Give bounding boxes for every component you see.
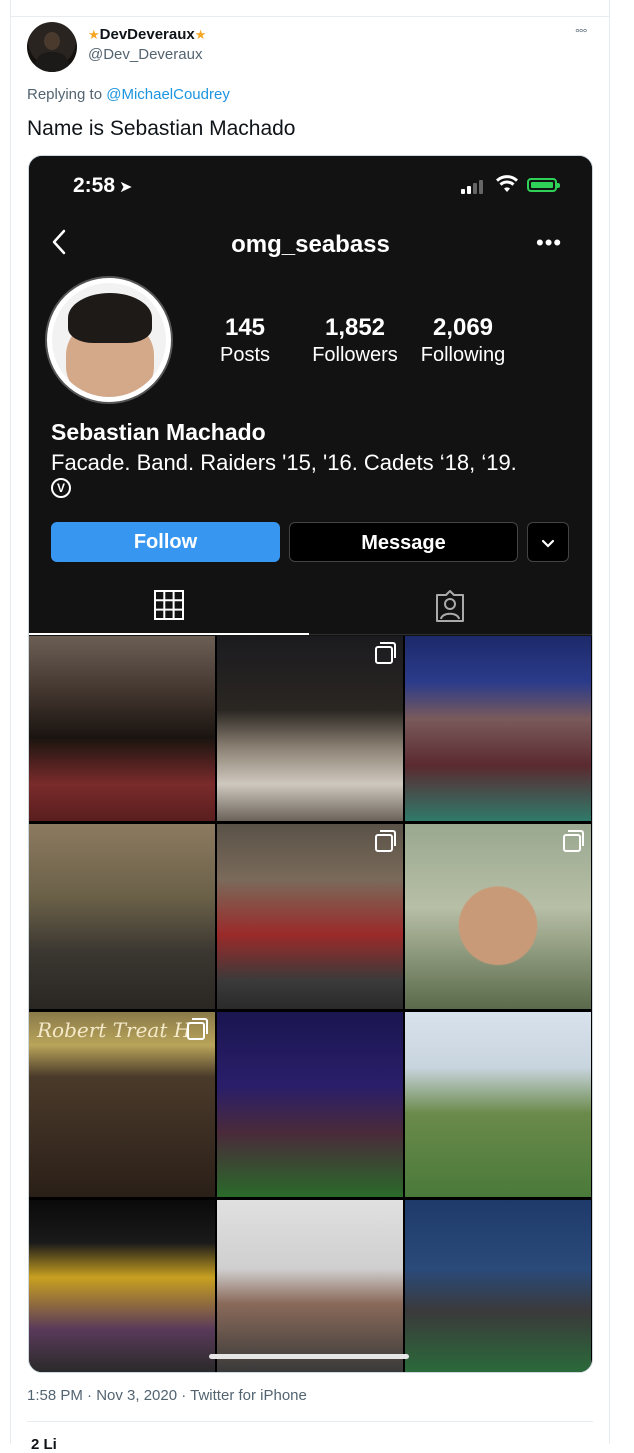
circled-v-badge-icon: V <box>51 478 71 498</box>
post-grid: Robert Treat H <box>29 636 592 1372</box>
tweet-card: ★DevDeveraux★ @Dev_Deveraux °°° Replying… <box>10 0 610 1453</box>
battery-icon <box>527 178 560 192</box>
replying-prefix: Replying to <box>27 86 103 103</box>
post-thumbnail[interactable] <box>405 636 591 821</box>
post-thumbnail[interactable] <box>29 636 215 821</box>
more-options-icon[interactable]: °°° <box>575 26 587 40</box>
chevron-down-icon <box>541 539 555 548</box>
stat-value: 1,852 <box>324 314 386 341</box>
tweet-timestamp[interactable]: 1:58 PM · Nov 3, 2020 · Twitter for iPho… <box>27 1387 307 1404</box>
author-avatar[interactable] <box>27 22 77 72</box>
post-thumbnail[interactable] <box>217 636 403 821</box>
star-emoji-icon: ★ <box>194 27 207 42</box>
wifi-icon <box>496 175 518 192</box>
post-thumbnail[interactable] <box>29 824 215 1009</box>
divider <box>27 1421 593 1422</box>
post-thumbnail[interactable] <box>405 824 591 1009</box>
tweet-text: Name is Sebastian Machado <box>27 117 296 140</box>
stat-label: Followers <box>312 344 398 366</box>
author-display-name[interactable]: DevDeveraux <box>100 26 195 43</box>
attached-screenshot[interactable]: 2:58 ➤ omg_seabass ••• 145 Posts 1,852 F… <box>28 155 593 1373</box>
stat-value: 145 <box>224 314 266 341</box>
multiple-photos-icon <box>563 830 584 852</box>
stat-label: Following <box>420 344 506 366</box>
more-options-icon[interactable]: ••• <box>536 230 562 256</box>
status-time-text: 2:58 <box>73 174 116 197</box>
replying-to-link[interactable]: @MichaelCoudrey <box>106 86 230 103</box>
author-name[interactable]: ★DevDeveraux★ <box>88 26 206 43</box>
stat-followers[interactable]: 1,852 Followers <box>305 314 405 367</box>
message-button[interactable]: Message <box>289 522 518 562</box>
post-thumbnail[interactable] <box>405 1200 591 1372</box>
star-emoji-icon: ★ <box>88 27 100 42</box>
stat-posts[interactable]: 145 Posts <box>213 314 277 367</box>
stat-following[interactable]: 2,069 Following <box>413 314 513 367</box>
author-handle[interactable]: @Dev_Deveraux <box>88 46 202 63</box>
grid-icon[interactable] <box>153 589 185 621</box>
cellular-signal-icon <box>461 178 489 194</box>
multiple-photos-icon <box>187 1018 208 1040</box>
status-time: 2:58 ➤ <box>73 174 132 198</box>
post-thumbnail[interactable]: Robert Treat H <box>29 1012 215 1197</box>
likes-count[interactable]: 2 Li <box>31 1436 57 1453</box>
follow-button[interactable]: Follow <box>51 522 280 562</box>
profile-bio: Facade. Band. Raiders '15, '16. Cadets ‘… <box>51 450 517 475</box>
suggested-dropdown-button[interactable] <box>527 522 569 562</box>
home-indicator <box>209 1354 409 1359</box>
active-tab-indicator <box>29 633 309 635</box>
divider <box>11 16 609 17</box>
instagram-profile-header: 2:58 ➤ omg_seabass ••• 145 Posts 1,852 F… <box>29 156 592 636</box>
stat-label: Posts <box>219 344 271 366</box>
profile-picture[interactable] <box>45 276 173 404</box>
photo-sign-text: Robert Treat H <box>37 1018 192 1042</box>
post-thumbnail[interactable] <box>217 1200 403 1372</box>
multiple-photos-icon <box>375 830 396 852</box>
multiple-photos-icon <box>375 642 396 664</box>
location-arrow-icon: ➤ <box>119 179 133 196</box>
post-thumbnail[interactable] <box>217 824 403 1009</box>
post-thumbnail[interactable] <box>405 1012 591 1197</box>
stat-value: 2,069 <box>432 314 494 341</box>
replying-to: Replying to @MichaelCoudrey <box>27 86 230 103</box>
profile-full-name: Sebastian Machado <box>51 419 266 445</box>
post-thumbnail[interactable] <box>217 1012 403 1197</box>
profile-username: omg_seabass <box>231 231 390 258</box>
tagged-person-icon[interactable] <box>433 589 467 623</box>
post-thumbnail[interactable] <box>29 1200 215 1372</box>
